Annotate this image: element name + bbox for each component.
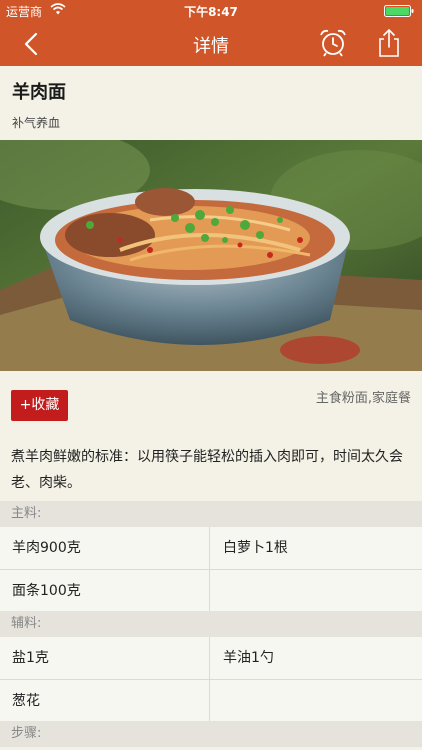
main-ingredients-header: 主料: (0, 501, 422, 527)
steps-header: 步骤: (0, 721, 422, 747)
ingredient-cell: 葱花 (0, 680, 210, 722)
dish-header: 羊肉面 补气养血 (0, 66, 422, 140)
ingredient-cell: 羊肉900克 (0, 527, 210, 569)
table-row: 葱花 (0, 680, 422, 722)
table-row: 羊肉900克 白萝卜1根 (0, 527, 422, 569)
battery-icon (384, 5, 414, 17)
status-time: 下午8:47 (184, 5, 238, 19)
dish-photo (0, 140, 422, 371)
alarm-clock-icon[interactable] (318, 28, 348, 58)
ingredient-cell: 面条100克 (0, 570, 210, 612)
recipe-description: 煮羊肉鲜嫩的标准：以用筷子能轻松的插入肉即可，时间太久会老、肉柴。 (11, 449, 403, 491)
status-bar: 运营商 下午8:47 (0, 0, 422, 22)
aux-ingredients-header: 辅料: (0, 611, 422, 637)
top-bar: 运营商 下午8:47 详情 (0, 0, 422, 66)
ingredient-cell: 盐1克 (0, 637, 210, 679)
recipe-detail-screen: 运营商 下午8:47 详情 羊肉面 补气养血 +收藏 主食粉面,家庭餐 煮羊肉鲜… (0, 0, 422, 750)
ingredient-cell (211, 570, 422, 612)
share-icon[interactable] (374, 28, 404, 58)
category-label: 主食粉面,家庭餐 (315, 391, 411, 406)
dish-subtitle: 补气养血 (12, 116, 61, 130)
page-title: 详情 (193, 36, 229, 57)
ingredient-cell: 羊油1勺 (223, 650, 274, 666)
ingredient-cell: 白萝卜1根 (223, 540, 288, 556)
dish-name: 羊肉面 (12, 82, 66, 103)
table-row: 盐1克 羊油1勺 (0, 637, 422, 679)
navigation-bar: 详情 (0, 22, 422, 66)
table-row: 面条100克 (0, 570, 422, 612)
ingredient-cell (211, 680, 422, 722)
collect-button[interactable]: +收藏 (11, 390, 68, 421)
